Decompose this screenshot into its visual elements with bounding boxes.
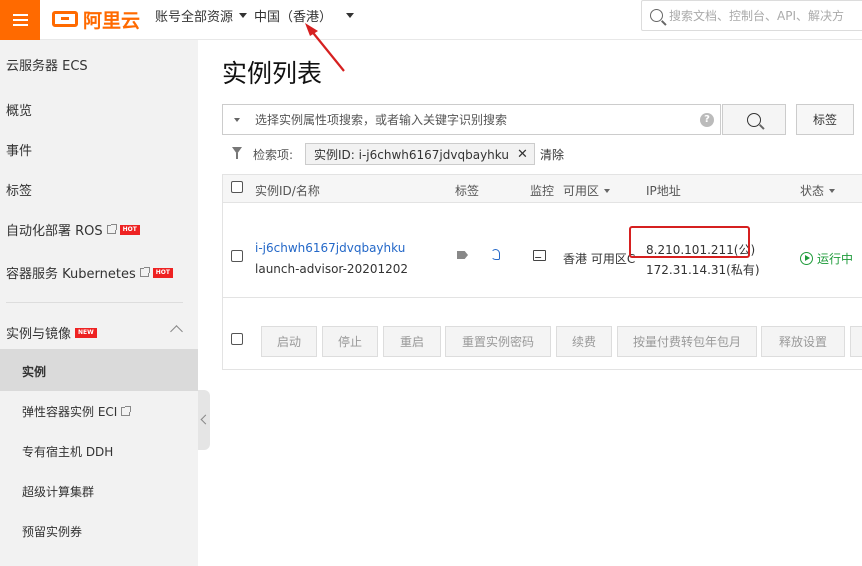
sidebar-item-tags[interactable]: 标签	[6, 180, 32, 199]
caret-down-icon	[346, 13, 355, 18]
monitor-chart-icon[interactable]	[533, 250, 546, 261]
sidebar-item-events[interactable]: 事件	[6, 140, 32, 159]
sidebar: 云服务器 ECS 概览 事件 标签 自动化部署 ROS HOT 容器服务 Kub…	[0, 40, 198, 566]
sidebar-item-overview[interactable]: 概览	[6, 100, 32, 119]
sidebar-item-reserved-instances[interactable]: 预留实例券	[22, 523, 82, 540]
instance-filter-input[interactable]: 选择实例属性项搜索，或者输入关键字识别搜索 ?	[222, 104, 721, 135]
search-button[interactable]	[722, 104, 786, 135]
hamburger-menu-icon[interactable]	[0, 0, 40, 40]
column-ip: IP地址	[646, 184, 681, 198]
sidebar-item-label: 容器服务 Kubernetes	[6, 267, 136, 282]
sidebar-item-label: 弹性容器实例 ECI	[22, 405, 118, 419]
sidebar-title: 云服务器 ECS	[6, 59, 88, 74]
reset-password-button[interactable]: 重置实例密码	[445, 326, 551, 357]
criteria-chip-label: 实例ID: i-j6chwh6167jdvqbayhku	[314, 147, 509, 162]
remove-criteria-icon[interactable]: ✕	[517, 147, 528, 162]
search-icon	[650, 9, 663, 22]
ip-annotation-box	[629, 226, 750, 258]
convert-billing-button[interactable]: 按量付费转包年包月	[617, 326, 757, 357]
global-search-input[interactable]: 搜索文档、控制台、API、解决方	[641, 0, 862, 31]
row-separator	[223, 297, 862, 298]
sidebar-item-label: 自动化部署 ROS	[6, 224, 103, 239]
sidebar-collapse-handle[interactable]	[198, 390, 210, 450]
sidebar-divider	[6, 302, 183, 303]
start-button[interactable]: 启动	[261, 326, 317, 357]
search-icon	[747, 112, 761, 127]
sidebar-section-label: 实例与镜像	[6, 327, 72, 342]
restart-button[interactable]: 重启	[383, 326, 441, 357]
column-id-name: 实例ID/名称	[255, 184, 320, 198]
column-status[interactable]: 状态	[800, 182, 836, 199]
filter-placeholder: 选择实例属性项搜索，或者输入关键字识别搜索	[255, 113, 508, 127]
sidebar-item-label: 预留实例券	[22, 525, 83, 539]
caret-down-icon	[829, 188, 836, 193]
column-zone-label: 可用区	[563, 184, 600, 198]
sidebar-item-kubernetes[interactable]: 容器服务 Kubernetes HOT	[6, 263, 173, 282]
instance-name: launch-advisor-20201202	[255, 262, 409, 276]
sidebar-item-label: 概览	[6, 104, 33, 119]
sidebar-item-scc[interactable]: 超级计算集群	[22, 483, 94, 500]
aliyun-logo[interactable]: 阿里云	[52, 6, 140, 32]
hot-badge: HOT	[152, 267, 173, 278]
clear-criteria-link[interactable]: 清除	[540, 146, 564, 163]
sidebar-item-eci[interactable]: 弹性容器实例 ECI	[22, 403, 132, 420]
sidebar-section-instances-images[interactable]: 实例与镜像 NEW	[6, 323, 97, 342]
sidebar-item-label: 标签	[6, 184, 33, 199]
logo-text: 阿里云	[83, 9, 141, 32]
bulk-select-checkbox[interactable]	[231, 333, 243, 345]
caret-down-icon	[604, 188, 611, 193]
sidebar-item-label: 事件	[6, 144, 33, 159]
instance-table: 实例ID/名称 标签 监控 可用区 IP地址 状态 i-j6chwh6167jd…	[222, 174, 862, 370]
instance-id-link[interactable]: i-j6chwh6167jdvqbayhku	[255, 241, 405, 255]
criteria-label: 检索项:	[253, 148, 294, 162]
column-tags: 标签	[455, 184, 480, 198]
aliyun-logo-mark-icon	[52, 11, 78, 27]
cloud-assistant-icon[interactable]	[491, 249, 500, 260]
external-link-icon	[106, 224, 117, 234]
sidebar-item-label: 超级计算集群	[22, 485, 95, 499]
renew-button[interactable]: 续费	[556, 326, 612, 357]
status-label: 运行中	[817, 252, 854, 266]
column-status-label: 状态	[800, 184, 825, 198]
column-zone[interactable]: 可用区	[563, 182, 611, 199]
sidebar-item-ddh[interactable]: 专有宿主机 DDH	[22, 443, 113, 460]
row-checkbox[interactable]	[231, 250, 243, 262]
more-actions-button[interactable]	[850, 326, 862, 357]
top-bar: 阿里云 账号全部资源 中国（香港） 搜索文档、控制台、API、解决方	[0, 0, 862, 40]
sidebar-item-label: 专有宿主机 DDH	[22, 445, 114, 459]
external-link-icon	[121, 406, 132, 416]
account-scope-dropdown[interactable]: 账号全部资源	[155, 6, 248, 25]
account-scope-label: 账号全部资源	[155, 10, 234, 25]
external-link-icon	[139, 267, 150, 277]
column-monitor: 监控	[530, 184, 555, 198]
table-header: 实例ID/名称 标签 监控 可用区 IP地址 状态	[223, 175, 862, 203]
sidebar-item-label: 实例	[22, 365, 47, 379]
private-ip: 172.31.14.31(私有)	[646, 263, 760, 277]
instance-zone: 香港 可用区C	[563, 252, 636, 266]
running-play-icon	[800, 252, 813, 265]
help-icon[interactable]: ?	[700, 113, 714, 127]
tag-button[interactable]: 标签	[796, 104, 854, 135]
release-settings-button[interactable]: 释放设置	[761, 326, 845, 357]
filter-funnel-icon	[232, 147, 242, 159]
select-all-checkbox[interactable]	[231, 181, 243, 193]
global-search-placeholder: 搜索文档、控制台、API、解决方	[669, 9, 844, 23]
chevron-up-icon[interactable]	[170, 325, 183, 338]
caret-down-icon[interactable]	[234, 117, 240, 122]
stop-button[interactable]: 停止	[322, 326, 378, 357]
sidebar-item-instances[interactable]: 实例	[22, 363, 46, 380]
caret-down-icon	[239, 13, 248, 18]
sidebar-item-ros[interactable]: 自动化部署 ROS HOT	[6, 220, 140, 239]
hot-badge: HOT	[119, 224, 140, 235]
tag-icon[interactable]	[457, 251, 468, 259]
instance-status: 运行中	[800, 250, 853, 267]
new-badge: NEW	[75, 327, 97, 338]
annotation-arrow	[305, 23, 345, 72]
criteria-chip: 实例ID: i-j6chwh6167jdvqbayhku ✕	[305, 143, 535, 165]
